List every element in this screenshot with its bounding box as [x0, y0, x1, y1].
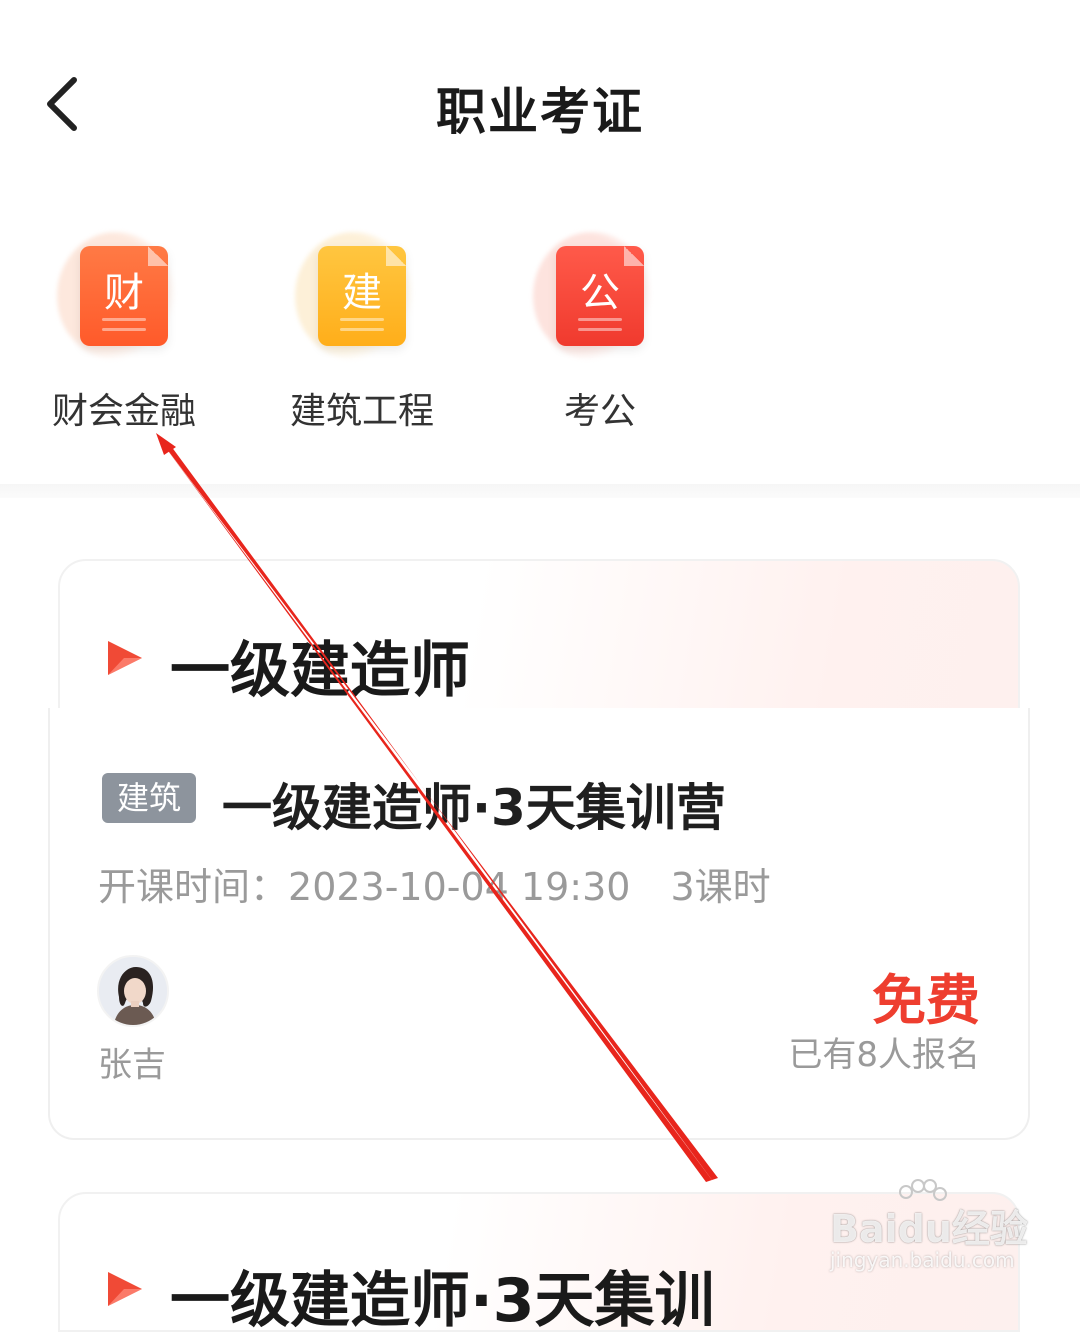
page-title: 职业考证 [436, 83, 644, 141]
header: 职业考证 [0, 0, 1080, 210]
category-label: 考公 [563, 391, 636, 432]
section-title: 一级建造师·3天集训 [170, 1266, 715, 1336]
start-time: 2023-10-04 19:30 [288, 865, 631, 909]
doc-fold [386, 246, 406, 266]
doc-fold [148, 246, 168, 266]
category-label: 财会金融 [51, 391, 196, 432]
category-tag: 建筑 [102, 773, 196, 823]
category-construction[interactable]: 建 建筑工程 [267, 228, 457, 438]
category-civil-service[interactable]: 公 考公 [505, 228, 695, 438]
category-glyph: 财 [104, 270, 144, 316]
start-time-label: 开课时间： [98, 865, 289, 909]
section-title: 一级建造师 [170, 636, 470, 706]
avatar[interactable] [97, 955, 169, 1027]
doc-line [578, 318, 622, 321]
doc-line [340, 318, 384, 321]
civil-service-doc-icon: 公 [556, 246, 644, 346]
doc-line [578, 328, 622, 331]
play-icon [108, 1272, 142, 1306]
doc-fold [624, 246, 644, 266]
category-glyph: 建 [342, 270, 382, 316]
course-meta: 开课时间：2023-10-04 19:30 3课时 [98, 856, 771, 911]
category-glyph: 公 [580, 270, 620, 316]
doc-line [102, 318, 146, 321]
price-label: 免费 [872, 969, 980, 1032]
section-divider [0, 484, 1080, 498]
course-title[interactable]: 一级建造师·3天集训营 [222, 768, 726, 840]
category-label: 建筑工程 [289, 391, 434, 432]
finance-doc-icon: 财 [80, 246, 168, 346]
play-icon [108, 641, 142, 675]
course-hours: 3课时 [670, 865, 771, 909]
construction-doc-icon: 建 [318, 246, 406, 346]
doc-line [340, 328, 384, 331]
doc-line [102, 328, 146, 331]
teacher-name: 张吉 [98, 1045, 166, 1085]
enrolled-count: 已有8人报名 [788, 1035, 980, 1075]
category-finance[interactable]: 财 财会金融 [29, 228, 219, 438]
